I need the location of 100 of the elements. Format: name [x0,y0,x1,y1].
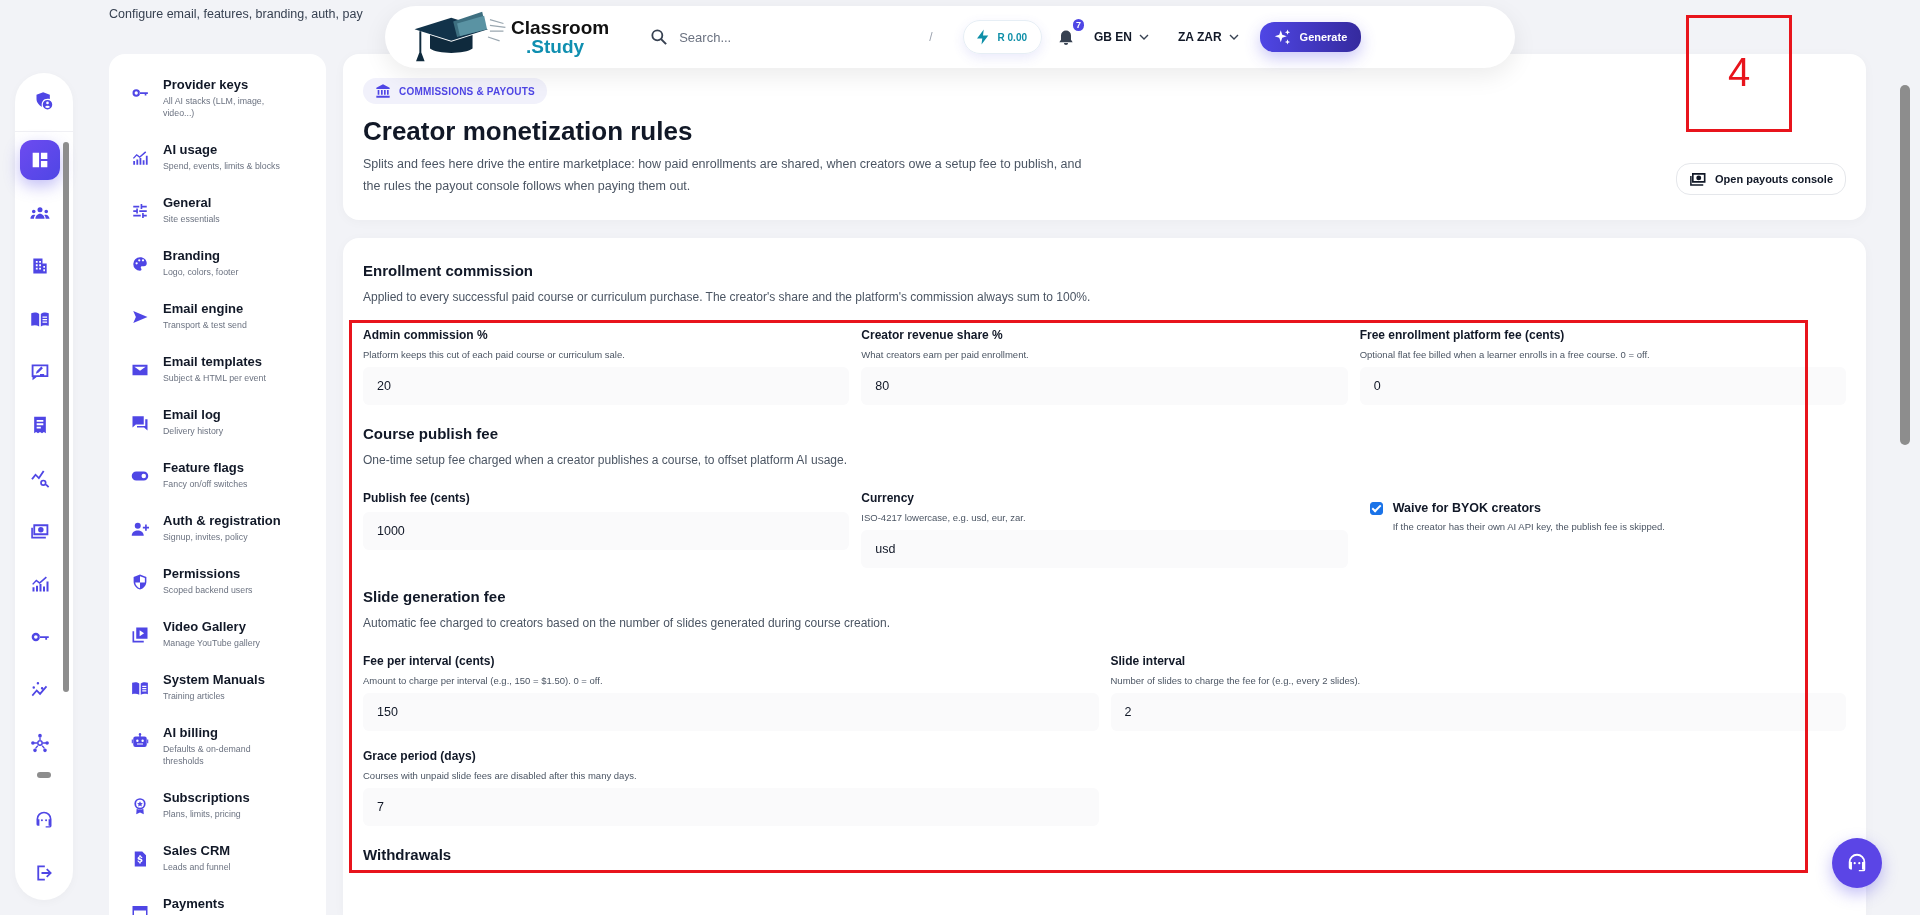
rail-button[interactable] [20,139,60,180]
nav-subtitle: All AI stacks (LLM, image, video...) [163,95,266,119]
input-field[interactable]: 150 [363,693,1099,731]
cash-icon [1689,170,1708,188]
field-hint: Number of slides to charge the fee for (e.g., every 2 slides). [1110,675,1362,686]
nav-item[interactable]: System Manuals Training articles [131,665,314,718]
video-icon [131,626,149,644]
input-field[interactable]: 2 [1110,693,1846,731]
nav-title: Email engine [163,300,245,317]
page-title: Creator monetization rules [363,116,694,147]
nav-title: AI billing [163,724,219,741]
page-description: Splits and fees here drive the entire marketplace: how paid enrollments are shared, when creators owe a setup fee to publish, and the rules the payout console follows when paying them out. [363,156,1083,195]
nav-item[interactable]: Payments [131,889,314,915]
nav-title: Subscriptions [163,789,250,806]
support-button[interactable] [1832,838,1882,888]
input-field[interactable]: 1000 [363,512,850,550]
nav-subtitle: Delivery history [163,425,224,437]
shield-user-icon [34,91,54,112]
nav-title: Email log [163,406,222,423]
add-user-icon [131,520,149,538]
nav-title: Auth & registration [163,512,281,529]
balance-amount: R 0.00 [997,31,1027,43]
nav-item[interactable]: General Site essentials [131,188,314,241]
nav-item[interactable]: Provider keys All AI stacks (LLM, image, video...) [131,70,314,135]
generate-button[interactable]: Generate [1259,22,1362,52]
field-label: Admin commission % [363,328,489,342]
nav-title: Branding [163,247,222,264]
currency-dropdown[interactable]: ZA ZAR [1178,29,1242,45]
section-title: Enrollment commission [363,262,535,280]
nav-item[interactable]: Branding Logo, colors, footer [131,241,314,294]
annotation-label: 4 [1686,15,1792,132]
nav-title: Payments [163,895,225,912]
nav-title: Email templates [163,353,263,370]
section-description: Applied to every successful paid course or curriculum purchase. The creator's share and the platform's commission always sum to 100%. [363,290,1092,304]
network-icon [30,732,50,753]
input-field[interactable]: 80 [861,367,1348,405]
field-label: Creator revenue share % [861,328,1004,342]
nav-item[interactable]: Email log Delivery history [131,400,314,453]
open-payouts-button[interactable]: Open payouts console [1676,163,1846,195]
nav-item[interactable]: Subscriptions Plans, limits, pricing [131,783,314,836]
field-hint: Platform keeps this cut of each paid course or curriculum sale. [363,349,626,360]
logout-icon [34,863,54,883]
field-hint: Optional flat fee billed when a learner enrolls in a free course. 0 = off. [1359,349,1651,360]
award-icon [131,797,149,815]
nav-item[interactable]: Email engine Transport & test send [131,294,314,347]
badge-label: COMMISSIONS & PAYOUTS [399,85,535,97]
book-icon [131,679,149,697]
nav-subtitle: Manage YouTube gallery [163,637,260,649]
field-label: Grace period (days) [363,749,477,763]
nav-subtitle: Subject & HTML per event [163,372,266,384]
field-hint: Courses with unpaid slide fees are disabled after this many days. [363,770,638,781]
nav-title: Permissions [163,565,242,582]
field-label: Slide interval [1110,654,1187,668]
send-icon [131,308,149,326]
nav-title: System Manuals [163,671,265,688]
input-field[interactable]: 20 [363,367,850,405]
nav-item[interactable]: Auth & registration Signup, invites, policy [131,506,314,559]
nav-subtitle: Logo, colors, footer [163,266,239,278]
nav-item[interactable]: Sales CRM Leads and funnel [131,836,314,889]
input-field[interactable]: usd [861,530,1348,568]
headset-icon [34,810,54,830]
nav-subtitle: Training articles [163,690,226,702]
nav-item[interactable]: Permissions Scoped backend users [131,559,314,612]
nav-title: General [163,194,213,211]
field-label: Currency [861,491,915,505]
section-title: Withdrawals [363,846,453,864]
sparkle-icon [1273,28,1292,46]
nav-item[interactable]: AI billing Defaults & on-demand thresholds [131,718,314,783]
headset-icon [1846,852,1868,874]
logo-text: .Study [525,37,586,56]
bank-icon [375,83,391,99]
logo-text: Classroom [511,18,610,37]
nav-subtitle: Spend, events, limits & blocks [163,160,280,172]
notification-count: 7 [1073,19,1084,31]
language-dropdown[interactable]: GB EN [1094,29,1153,45]
section-description: Automatic fee charged to creators based on the number of slides generated during course creation. [363,616,891,630]
search-field[interactable]: Search... [677,28,922,46]
nav-subtitle: Plans, limits, pricing [163,808,242,820]
logo[interactable]: Classroom .Study [409,8,610,66]
field-label: Publish fee (cents) [363,491,471,505]
input-field[interactable]: 7 [363,788,1099,826]
nav-item[interactable]: Video Gallery Manage YouTube gallery [131,612,314,665]
page-subtitle: Configure email, features, branding, auth, pay [109,7,363,23]
bar-chart-icon [131,149,149,167]
nav-subtitle: Scoped backend users [163,584,253,596]
nav-item[interactable]: AI usage Spend, events, limits & blocks [131,135,314,188]
section-description: One-time setup fee charged when a creator publishes a course, to offset platform AI usage. [363,453,849,467]
sliders-icon [131,202,149,220]
nav-title: AI usage [163,141,219,158]
palette-icon [131,255,149,273]
nav-title: Sales CRM [163,842,231,859]
nav-title: Feature flags [163,459,245,476]
checkbox[interactable] [1369,502,1383,515]
nav-item[interactable]: Feature flags Fancy on/off switches [131,453,314,506]
nav-item[interactable]: Email templates Subject & HTML per event [131,347,314,400]
search-icon [649,27,670,47]
field-label: Fee per interval (cents) [363,654,496,668]
input-field[interactable]: 0 [1359,367,1846,405]
robot-icon [131,732,149,750]
chat-icon [131,414,149,432]
